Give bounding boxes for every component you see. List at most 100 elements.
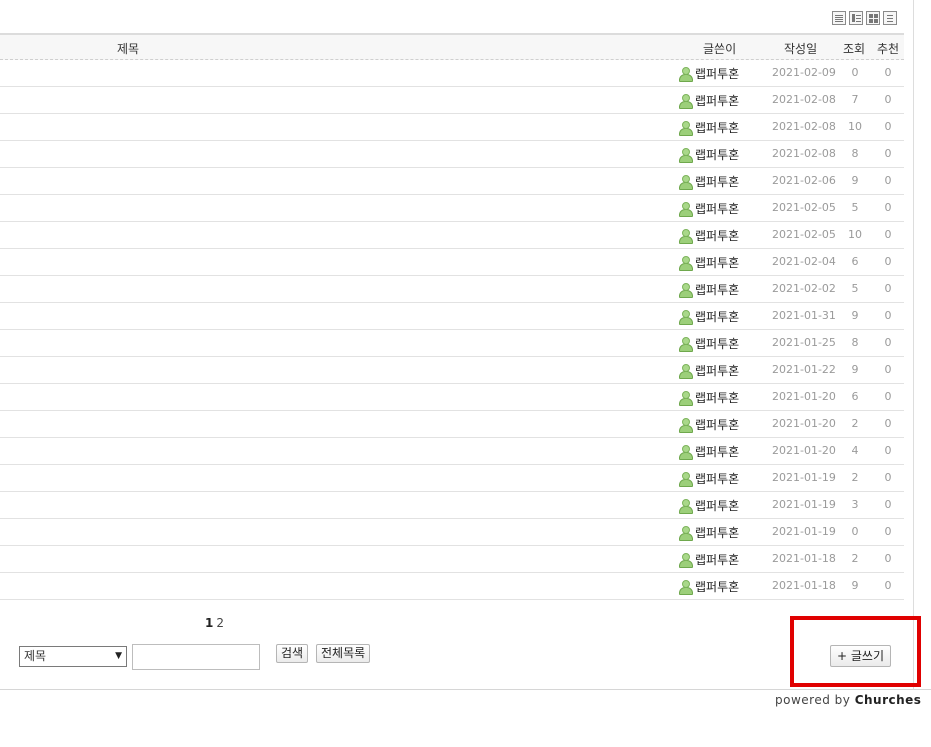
author-name[interactable]: 랩퍼투혼 — [695, 524, 739, 541]
author-name[interactable]: 랩퍼투혼 — [695, 470, 739, 487]
header-recommend[interactable]: 추천 — [877, 40, 899, 57]
author-name[interactable]: 랩퍼투혼 — [695, 254, 739, 271]
author-cell[interactable]: 랩퍼투혼 — [679, 173, 739, 190]
author-cell[interactable]: 랩퍼투혼 — [679, 227, 739, 244]
author-name[interactable]: 랩퍼투혼 — [695, 200, 739, 217]
write-post-button[interactable]: + 글쓰기 — [830, 645, 891, 667]
views-cell: 5 — [851, 282, 859, 295]
table-row[interactable]: 랩퍼투혼 2021-01-18 9 0 — [0, 573, 904, 600]
author-cell[interactable]: 랩퍼투혼 — [679, 578, 739, 595]
author-cell[interactable]: 랩퍼투혼 — [679, 389, 739, 406]
header-views[interactable]: 조회 — [843, 40, 865, 57]
author-name[interactable]: 랩퍼투혼 — [695, 173, 739, 190]
table-row[interactable]: 랩퍼투혼 2021-01-19 2 0 — [0, 465, 904, 492]
table-row[interactable]: 랩퍼투혼 2021-01-22 9 0 — [0, 357, 904, 384]
member-icon — [679, 579, 693, 595]
author-cell[interactable]: 랩퍼투혼 — [679, 551, 739, 568]
table-row[interactable]: 랩퍼투혼 2021-01-20 2 0 — [0, 411, 904, 438]
recommend-cell: 0 — [884, 498, 892, 511]
author-name[interactable]: 랩퍼투혼 — [695, 65, 739, 82]
text-view-icon[interactable] — [883, 11, 897, 25]
search-button[interactable]: 검색 — [276, 644, 309, 663]
date-cell: 2021-01-19 — [772, 525, 836, 538]
author-cell[interactable]: 랩퍼투혼 — [679, 254, 739, 271]
search-field-select[interactable]: 제목 ▼ — [19, 646, 127, 667]
table-row[interactable]: 랩퍼투혼 2021-01-20 4 0 — [0, 438, 904, 465]
author-name[interactable]: 랩퍼투혼 — [695, 281, 739, 298]
views-cell: 2 — [851, 552, 859, 565]
member-icon — [679, 498, 693, 514]
author-cell[interactable]: 랩퍼투혼 — [679, 443, 739, 460]
author-name[interactable]: 랩퍼투혼 — [695, 443, 739, 460]
brand-name[interactable]: Churches — [855, 693, 922, 707]
member-icon — [679, 282, 693, 298]
author-name[interactable]: 랩퍼투혼 — [695, 119, 739, 136]
author-name[interactable]: 랩퍼투혼 — [695, 92, 739, 109]
recommend-cell: 0 — [884, 282, 892, 295]
author-cell[interactable]: 랩퍼투혼 — [679, 362, 739, 379]
table-row[interactable]: 랩퍼투혼 2021-01-18 2 0 — [0, 546, 904, 573]
table-row[interactable]: 랩퍼투혼 2021-01-19 0 0 — [0, 519, 904, 546]
member-icon — [679, 174, 693, 190]
table-row[interactable]: 랩퍼투혼 2021-02-05 5 0 — [0, 195, 904, 222]
author-name[interactable]: 랩퍼투혼 — [695, 335, 739, 352]
table-row[interactable]: 랩퍼투혼 2021-02-08 10 0 — [0, 114, 904, 141]
recommend-cell: 0 — [884, 417, 892, 430]
author-cell[interactable]: 랩퍼투혼 — [679, 65, 739, 82]
table-row[interactable]: 랩퍼투혼 2021-01-25 8 0 — [0, 330, 904, 357]
search-input[interactable] — [132, 644, 260, 670]
author-name[interactable]: 랩퍼투혼 — [695, 551, 739, 568]
all-list-button[interactable]: 전체목록 — [316, 644, 371, 663]
author-name[interactable]: 랩퍼투혼 — [695, 227, 739, 244]
member-icon — [679, 66, 693, 82]
table-row[interactable]: 랩퍼투혼 2021-02-06 9 0 — [0, 168, 904, 195]
table-row[interactable]: 랩퍼투혼 2021-02-05 10 0 — [0, 222, 904, 249]
recommend-cell: 0 — [884, 579, 892, 592]
table-row[interactable]: 랩퍼투혼 2021-01-19 3 0 — [0, 492, 904, 519]
recommend-cell: 0 — [884, 120, 892, 133]
author-cell[interactable]: 랩퍼투혼 — [679, 524, 739, 541]
page-link-2[interactable]: 2 — [216, 616, 224, 630]
table-row[interactable]: 랩퍼투혼 2021-02-09 0 0 — [0, 60, 904, 87]
author-name[interactable]: 랩퍼투혼 — [695, 497, 739, 514]
table-row[interactable]: 랩퍼투혼 2021-01-31 9 0 — [0, 303, 904, 330]
views-cell: 7 — [851, 93, 859, 106]
table-row[interactable]: 랩퍼투혼 2021-02-08 8 0 — [0, 141, 904, 168]
author-name[interactable]: 랩퍼투혼 — [695, 389, 739, 406]
author-cell[interactable]: 랩퍼투혼 — [679, 497, 739, 514]
webzine-view-icon[interactable] — [849, 11, 863, 25]
author-cell[interactable]: 랩퍼투혼 — [679, 119, 739, 136]
member-icon — [679, 93, 693, 109]
gallery-view-icon[interactable] — [866, 11, 880, 25]
author-cell[interactable]: 랩퍼투혼 — [679, 470, 739, 487]
author-name[interactable]: 랩퍼투혼 — [695, 416, 739, 433]
author-name[interactable]: 랩퍼투혼 — [695, 362, 739, 379]
recommend-cell: 0 — [884, 309, 892, 322]
author-cell[interactable]: 랩퍼투혼 — [679, 308, 739, 325]
table-row[interactable]: 랩퍼투혼 2021-01-20 6 0 — [0, 384, 904, 411]
author-cell[interactable]: 랩퍼투혼 — [679, 416, 739, 433]
header-title[interactable]: 제목 — [117, 40, 139, 57]
header-author[interactable]: 글쓴이 — [703, 40, 736, 57]
table-row[interactable]: 랩퍼투혼 2021-02-04 6 0 — [0, 249, 904, 276]
author-cell[interactable]: 랩퍼투혼 — [679, 92, 739, 109]
date-cell: 2021-02-05 — [772, 228, 836, 241]
date-cell: 2021-02-04 — [772, 255, 836, 268]
views-cell: 10 — [848, 228, 862, 241]
author-cell[interactable]: 랩퍼투혼 — [679, 146, 739, 163]
table-row[interactable]: 랩퍼투혼 2021-02-08 7 0 — [0, 87, 904, 114]
author-name[interactable]: 랩퍼투혼 — [695, 578, 739, 595]
table-row[interactable]: 랩퍼투혼 2021-02-02 5 0 — [0, 276, 904, 303]
list-view-icon[interactable] — [832, 11, 846, 25]
author-cell[interactable]: 랩퍼투혼 — [679, 281, 739, 298]
member-icon — [679, 417, 693, 433]
views-cell: 10 — [848, 120, 862, 133]
header-date[interactable]: 작성일 — [784, 40, 817, 57]
author-name[interactable]: 랩퍼투혼 — [695, 308, 739, 325]
author-cell[interactable]: 랩퍼투혼 — [679, 335, 739, 352]
author-name[interactable]: 랩퍼투혼 — [695, 146, 739, 163]
author-cell[interactable]: 랩퍼투혼 — [679, 200, 739, 217]
member-icon — [679, 201, 693, 217]
dropdown-arrow-icon: ▼ — [115, 651, 122, 661]
table-header: 제목 글쓴이 작성일 조회 추천 — [0, 33, 904, 60]
